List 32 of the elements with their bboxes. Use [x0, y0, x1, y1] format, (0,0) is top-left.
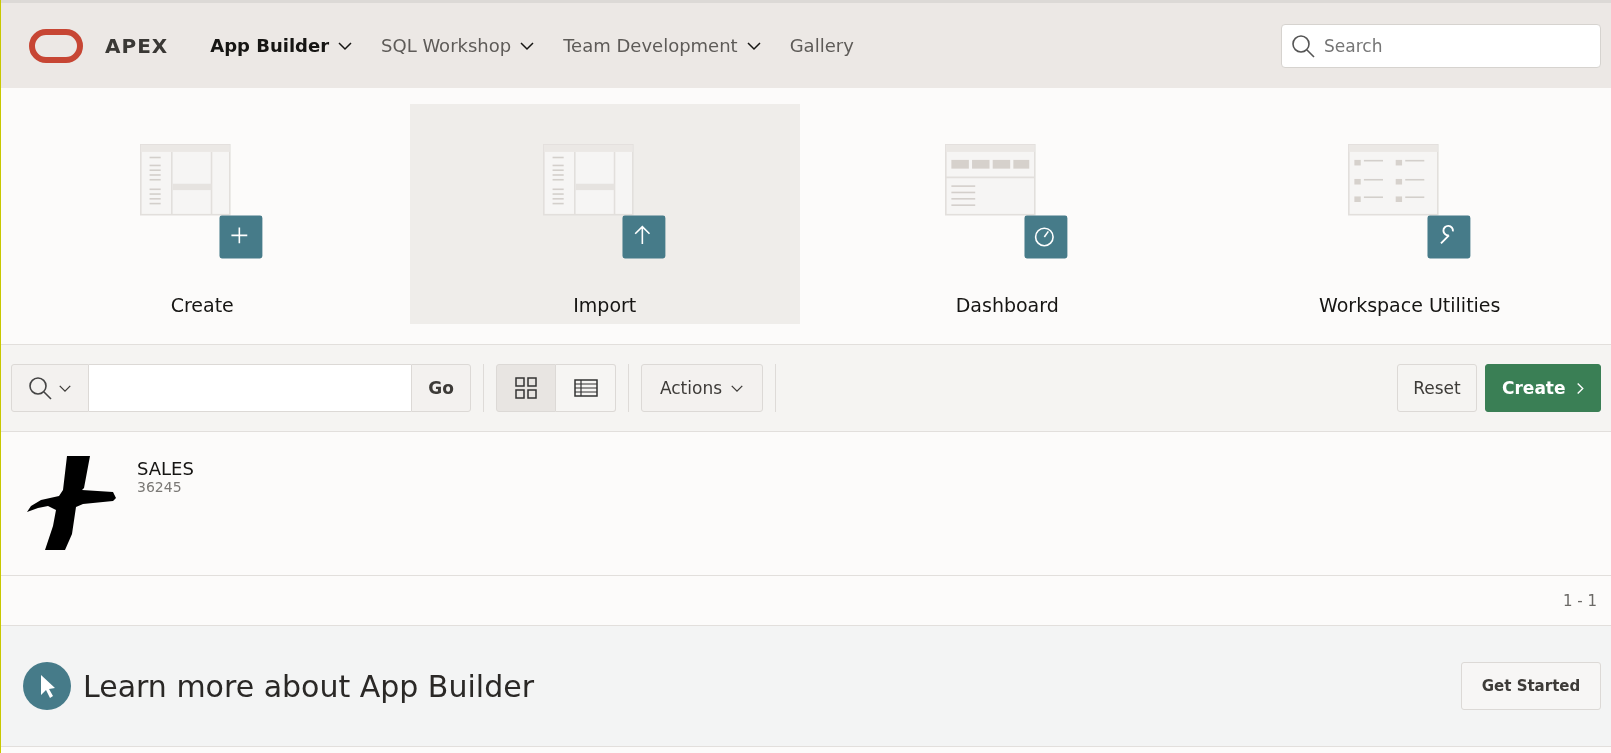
- view-toggle[interactable]: [556, 364, 616, 412]
- search-field[interactable]: Search: [1281, 23, 1601, 68]
- grid-icon: [514, 376, 538, 400]
- nav-menu[interactable]: SQL Workshop: [363, 27, 530, 64]
- tile-button[interactable]: Create: [7, 104, 398, 324]
- search-input[interactable]: [89, 364, 411, 412]
- caret-icon: [730, 383, 745, 393]
- tile-button[interactable]: Import: [409, 104, 800, 324]
- logo-icon: [29, 28, 83, 63]
- search-icon: [1291, 33, 1315, 58]
- app-name[interactable]: SALES: [137, 458, 194, 479]
- tile-button[interactable]: Workspace Utilities: [1214, 104, 1605, 324]
- create-button[interactable]: Create: [1485, 364, 1601, 412]
- tile-button[interactable]: Dashboard: [812, 104, 1203, 324]
- learn-title: Learn more about App Builder: [83, 668, 535, 704]
- reset-button[interactable]: Reset: [1397, 364, 1477, 412]
- cursor-icon: [23, 662, 71, 710]
- nav-menu[interactable]: Gallery: [771, 27, 872, 64]
- actions-menu[interactable]: Actions: [641, 364, 763, 412]
- go-button[interactable]: Go: [411, 364, 471, 412]
- chevron-icon: [1575, 380, 1584, 396]
- brand-name: APEX: [105, 33, 169, 58]
- app-id: 36245: [137, 479, 183, 495]
- nav-menu[interactable]: Team Development: [545, 27, 756, 64]
- caret-icon: [58, 383, 72, 393]
- search-menu-button[interactable]: [11, 364, 89, 412]
- view-toggle[interactable]: [496, 364, 556, 412]
- get-started-button[interactable]: Get Started: [1461, 662, 1601, 710]
- search-icon: [28, 376, 52, 400]
- nav-menu[interactable]: App Builder: [192, 27, 348, 64]
- pagination-text: 1 - 1: [1562, 591, 1597, 610]
- table-icon: [573, 376, 598, 400]
